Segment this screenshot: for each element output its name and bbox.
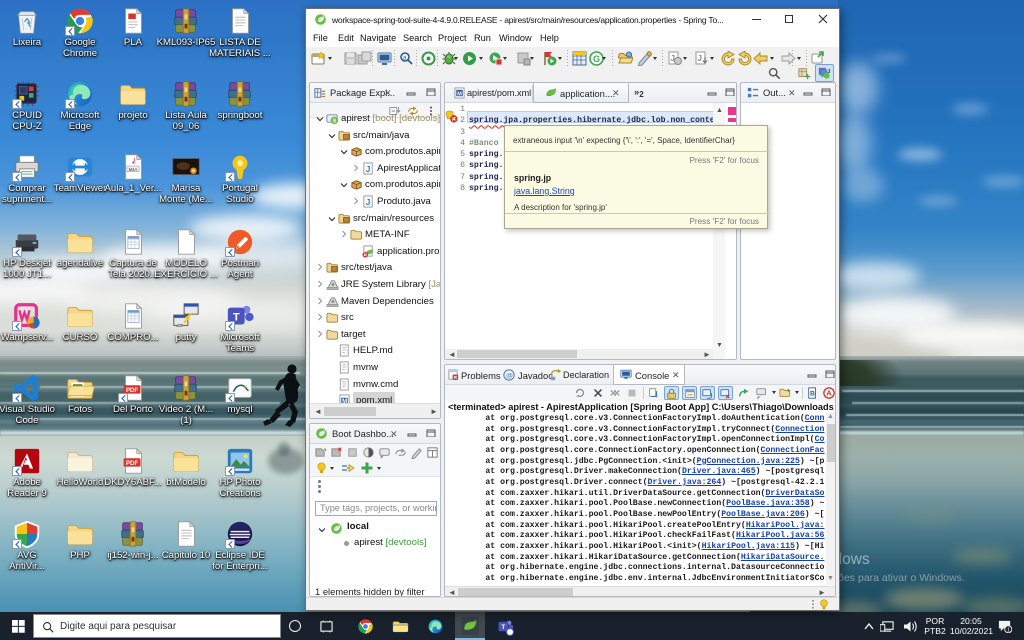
svg-text:J: J	[828, 69, 831, 75]
svg-text:@: @	[506, 373, 513, 380]
svg-text:J: J	[366, 164, 371, 174]
svg-text:J: J	[698, 54, 702, 63]
svg-text:S: S	[333, 119, 337, 125]
svg-text:1: 1	[1007, 628, 1010, 633]
svg-text:A: A	[826, 389, 832, 398]
svg-text:B: B	[810, 391, 815, 398]
svg-text:G: G	[593, 54, 600, 64]
svg-text:J: J	[366, 197, 371, 207]
svg-text:M: M	[457, 91, 462, 97]
